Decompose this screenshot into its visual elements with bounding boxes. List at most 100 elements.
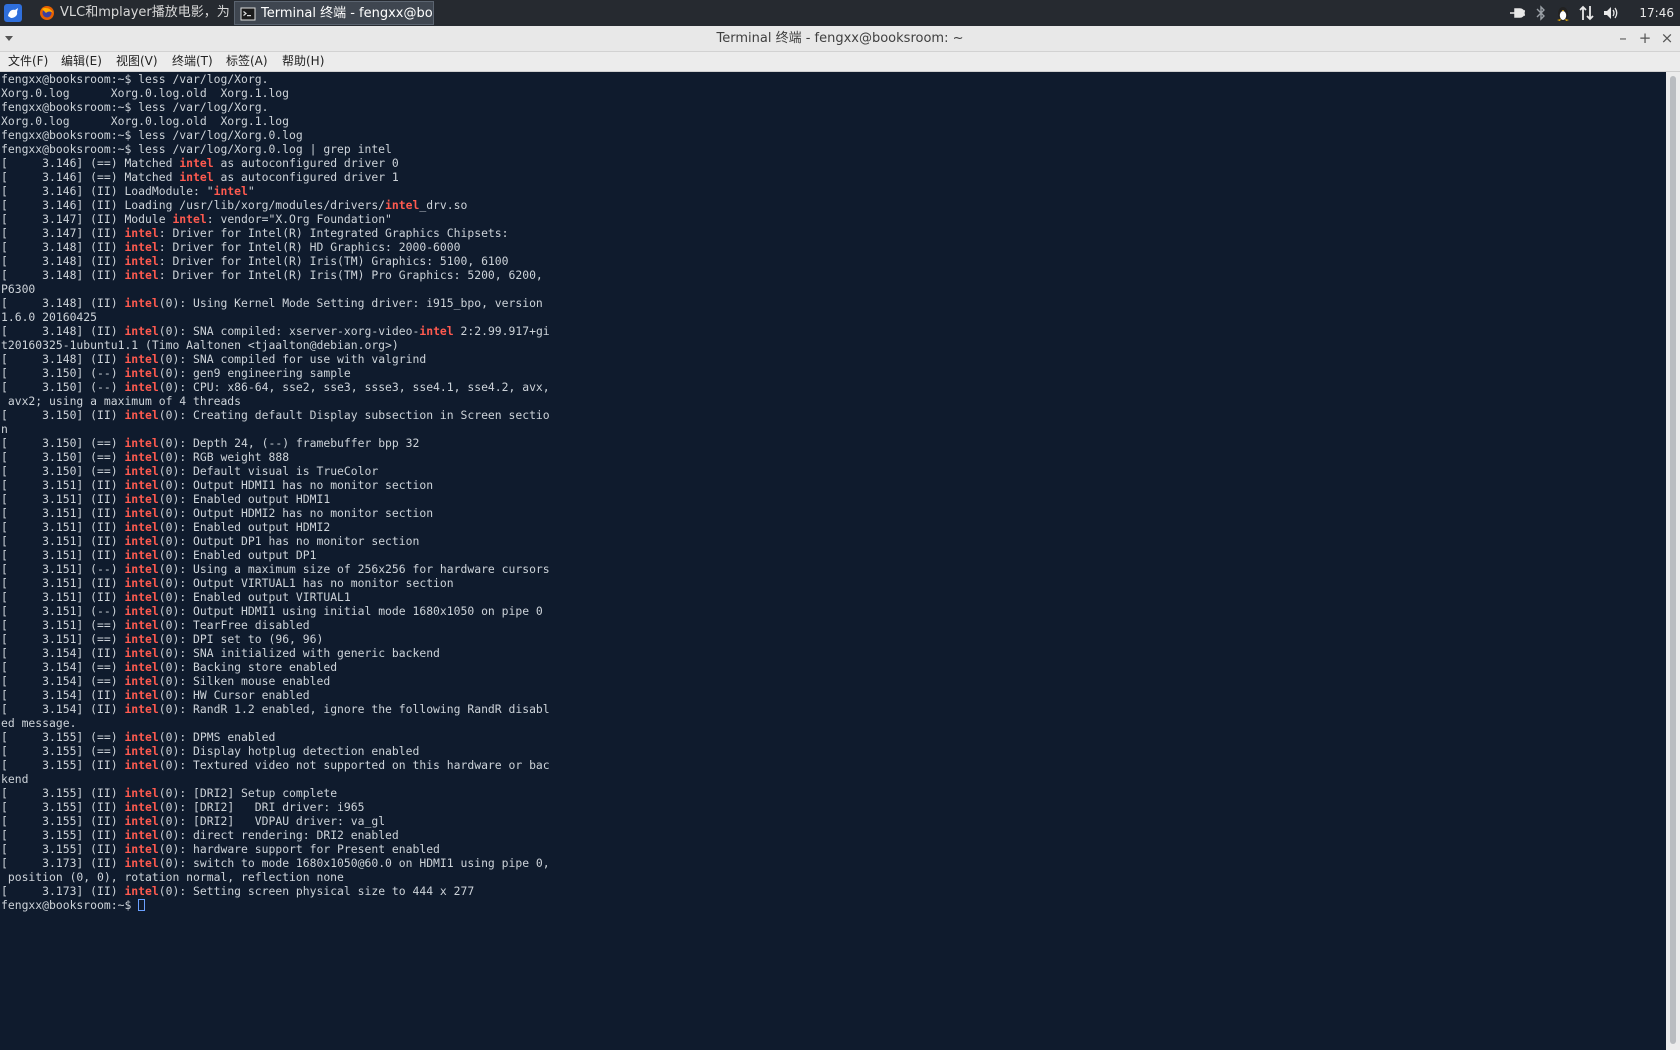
terminal-line: t20160325-1ubuntu1.1 (Timo Aaltonen <tja… (1, 338, 399, 352)
terminal-line: [ 3.155] (II) intel(0): hardware support… (1, 842, 440, 856)
network-arrows-icon[interactable] (1578, 4, 1596, 22)
terminal-line: [ 3.151] (--) intel(0): Using a maximum … (1, 562, 550, 576)
terminal-line: n (1, 422, 8, 436)
grep-match: intel (124, 506, 159, 520)
terminal-line: fengxx@booksroom:~$ less /var/log/Xorg. (1, 72, 269, 86)
top-panel: VLC和mplayer播放电影，为... Terminal 终端 - fengx… (0, 0, 1680, 26)
grep-match: intel (124, 562, 159, 576)
grep-match: intel (124, 268, 159, 282)
grep-match: intel (124, 786, 159, 800)
taskbar-item-label: Terminal 终端 - fengxx@boo... (261, 6, 434, 21)
grep-match: intel (172, 212, 207, 226)
menu-help[interactable]: 帮助(H) (282, 52, 324, 71)
grep-match: intel (124, 660, 159, 674)
terminal-line: fengxx@booksroom:~$ less /var/log/Xorg. (1, 100, 269, 114)
terminal-line: [ 3.151] (II) intel(0): Enabled output H… (1, 492, 331, 506)
scrollbar-thumb[interactable] (1670, 76, 1676, 1044)
grep-match: intel (124, 548, 159, 562)
grep-match: intel (124, 240, 159, 254)
grep-match: intel (124, 814, 159, 828)
terminal-line: [ 3.150] (==) intel(0): Depth 24, (--) f… (1, 436, 420, 450)
taskbar-item-terminal[interactable]: Terminal 终端 - fengxx@boo... (234, 1, 434, 25)
grep-match: intel (179, 170, 214, 184)
terminal-icon (240, 7, 256, 21)
grep-match: intel (124, 380, 159, 394)
terminal-line: [ 3.154] (II) intel(0): HW Cursor enable… (1, 688, 310, 702)
grep-match: intel (213, 184, 248, 198)
grep-match: intel (124, 744, 159, 758)
terminal-line: kend (1, 772, 29, 786)
terminal-line: [ 3.173] (II) intel(0): Setting screen p… (1, 884, 475, 898)
terminal-line: [ 3.148] (II) intel: Driver for Intel(R)… (1, 268, 543, 282)
grep-match: intel (124, 450, 159, 464)
terminal-line: [ 3.155] (II) intel(0): [DRI2] Setup com… (1, 786, 338, 800)
system-tray: 17:46 (1500, 0, 1680, 26)
terminal-scrollbar[interactable] (1666, 72, 1680, 1050)
grep-match: intel (124, 842, 159, 856)
terminal-line: [ 3.151] (==) intel(0): DPI set to (96, … (1, 632, 324, 646)
terminal-line: position (0, 0), rotation normal, reflec… (1, 870, 344, 884)
terminal-line: [ 3.146] (==) Matched intel as autoconfi… (1, 170, 399, 184)
grep-match: intel (124, 618, 159, 632)
terminal-line: [ 3.148] (II) intel(0): SNA compiled for… (1, 352, 427, 366)
window-titlebar[interactable]: Terminal 终端 - fengxx@booksroom: ~ – + × (0, 26, 1680, 52)
menubar: 文件(F) 编辑(E) 视图(V) 终端(T) 标签(A) 帮助(H) (0, 52, 1680, 72)
terminal-line: [ 3.151] (II) intel(0): Output HDMI1 has… (1, 478, 434, 492)
maximize-button[interactable]: + (1636, 29, 1654, 47)
grep-match: intel (124, 352, 159, 366)
terminal-line: [ 3.154] (II) intel(0): SNA initialized … (1, 646, 440, 660)
terminal-line: [ 3.147] (II) intel: Driver for Intel(R)… (1, 226, 509, 240)
taskbar-item-browser[interactable]: VLC和mplayer播放电影，为... (34, 1, 230, 25)
terminal-line: [ 3.151] (==) intel(0): TearFree disable… (1, 618, 310, 632)
grep-match: intel (124, 702, 159, 716)
grep-match: intel (124, 576, 159, 590)
app-menu-icon[interactable] (3, 3, 23, 23)
terminal-line: [ 3.148] (II) intel(0): SNA compiled: xs… (1, 324, 550, 338)
firefox-icon (40, 6, 54, 20)
menu-view[interactable]: 视图(V) (116, 52, 158, 71)
grep-match: intel (124, 324, 159, 338)
terminal-line: [ 3.150] (II) intel(0): Creating default… (1, 408, 550, 422)
grep-match: intel (124, 674, 159, 688)
bluetooth-icon[interactable] (1532, 4, 1550, 22)
terminal-line: [ 3.151] (II) intel(0): Output HDMI2 has… (1, 506, 434, 520)
volume-icon[interactable] (1602, 4, 1620, 22)
terminal-line: [ 3.151] (II) intel(0): Output DP1 has n… (1, 534, 420, 548)
power-plug-icon[interactable] (1508, 4, 1526, 22)
terminal-line: [ 3.154] (==) intel(0): Silken mouse ena… (1, 674, 331, 688)
terminal-line: [ 3.146] (II) Loading /usr/lib/xorg/modu… (1, 198, 468, 212)
terminal-line: [ 3.154] (==) intel(0): Backing store en… (1, 660, 338, 674)
grep-match: intel (124, 884, 159, 898)
terminal-line: P6300 (1, 282, 36, 296)
grep-match: intel (124, 226, 159, 240)
menu-tabs[interactable]: 标签(A) (226, 52, 268, 71)
terminal-line: fengxx@booksroom:~$ less /var/log/Xorg.0… (1, 142, 392, 156)
grep-match: intel (124, 856, 159, 870)
terminal-line: [ 3.150] (--) intel(0): gen9 engineering… (1, 366, 351, 380)
terminal-output-area[interactable]: fengxx@booksroom:~$ less /var/log/Xorg. … (0, 72, 1666, 1050)
grep-match: intel (124, 800, 159, 814)
menu-file[interactable]: 文件(F) (8, 52, 48, 71)
tux-icon[interactable] (1554, 4, 1572, 22)
terminal-line: [ 3.151] (II) intel(0): Output VIRTUAL1 … (1, 576, 454, 590)
terminal-line: Xorg.0.log Xorg.0.log.old Xorg.1.log (1, 86, 290, 100)
grep-match: intel (124, 688, 159, 702)
terminal-line: [ 3.155] (==) intel(0): Display hotplug … (1, 744, 420, 758)
close-button[interactable]: × (1658, 29, 1676, 47)
minimize-button[interactable]: – (1614, 29, 1632, 47)
terminal-line: [ 3.147] (II) Module intel: vendor="X.Or… (1, 212, 392, 226)
terminal-line: [ 3.150] (==) intel(0): RGB weight 888 (1, 450, 290, 464)
terminal-line: Xorg.0.log Xorg.0.log.old Xorg.1.log (1, 114, 290, 128)
terminal-line: [ 3.155] (II) intel(0): direct rendering… (1, 828, 399, 842)
grep-match: intel (124, 534, 159, 548)
menu-edit[interactable]: 编辑(E) (61, 52, 102, 71)
grep-match: intel (124, 296, 159, 310)
terminal-line: avx2; using a maximum of 4 threads (1, 394, 242, 408)
terminal-line: [ 3.155] (==) intel(0): DPMS enabled (1, 730, 276, 744)
terminal-text: fengxx@booksroom:~$ less /var/log/Xorg. … (0, 72, 1666, 912)
terminal-line: 1.6.0 20160425 (1, 310, 98, 324)
terminal-line: ed message. (1, 716, 77, 730)
menu-terminal[interactable]: 终端(T) (172, 52, 213, 71)
grep-match: intel (124, 730, 159, 744)
clock[interactable]: 17:46 (1639, 0, 1674, 26)
